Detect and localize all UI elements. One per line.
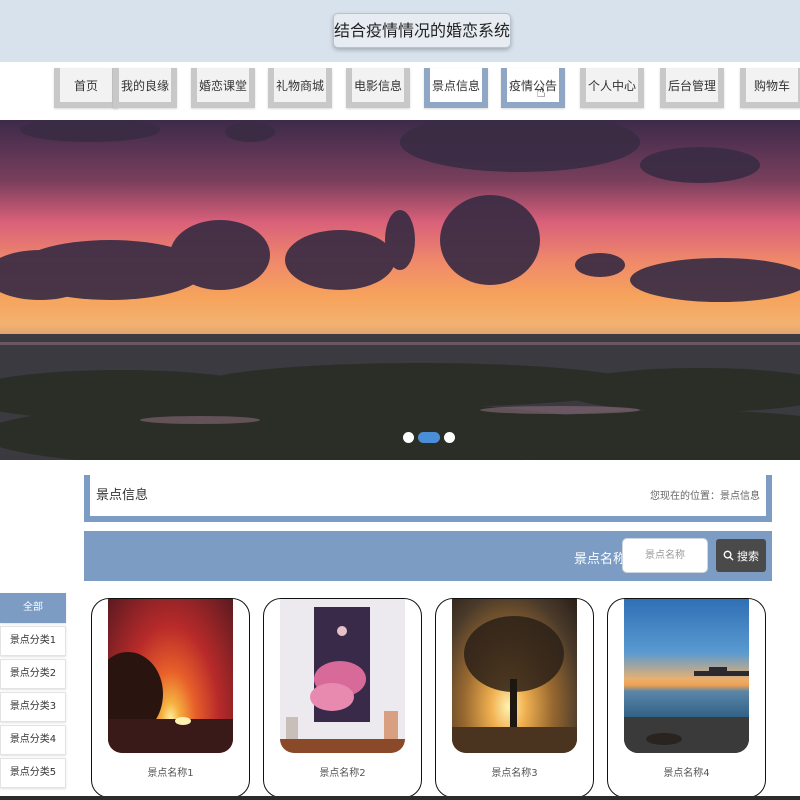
nav-item-cart[interactable]: 购物车 xyxy=(740,68,800,108)
nav-item-admin[interactable]: 后台管理 xyxy=(660,68,724,108)
scenic-name: 景点名称3 xyxy=(491,768,538,779)
site-title: 结合疫情情况的婚恋系统 xyxy=(333,13,511,48)
banner-image xyxy=(0,120,800,460)
search-icon xyxy=(723,550,734,561)
scenic-image[interactable] xyxy=(624,599,749,753)
breadcrumb: 您现在的位置：景点信息 xyxy=(650,491,760,502)
hand-cursor-icon: ☝ xyxy=(536,82,546,101)
scenic-card[interactable]: 景点名称2 xyxy=(263,598,422,798)
carousel-dot[interactable] xyxy=(403,432,414,443)
category-item[interactable]: 景点分类2 xyxy=(0,659,66,689)
scenic-image[interactable] xyxy=(280,599,405,753)
carousel-dot[interactable] xyxy=(444,432,455,443)
bottom-border xyxy=(0,796,800,800)
category-item[interactable]: 景点分类4 xyxy=(0,725,66,755)
category-item[interactable]: 景点分类3 xyxy=(0,692,66,722)
search-button-label: 搜索 xyxy=(737,549,759,563)
banner-carousel[interactable] xyxy=(0,120,800,460)
category-item-all[interactable]: 全部 xyxy=(0,593,66,623)
nav-item-home[interactable]: 首页 xyxy=(54,68,118,108)
scenic-image[interactable] xyxy=(108,599,233,753)
search-input[interactable] xyxy=(622,538,708,573)
main-nav: 首页 我的良缘 婚恋课堂 礼物商城 电影信息 景点信息 疫情公告 个人中心 后台… xyxy=(0,62,800,120)
nav-item-epidemic-notice[interactable]: 疫情公告 xyxy=(501,68,565,108)
scenic-name: 景点名称4 xyxy=(663,768,710,779)
search-button[interactable]: 搜索 xyxy=(716,539,766,572)
scenic-image[interactable] xyxy=(452,599,577,753)
search-bar: 景点名称 搜索 xyxy=(84,531,772,581)
carousel-dot-active[interactable] xyxy=(418,432,440,443)
nav-item-my-match[interactable]: 我的良缘 xyxy=(113,68,177,108)
category-item[interactable]: 景点分类1 xyxy=(0,626,66,656)
nav-item-gift-mall[interactable]: 礼物商城 xyxy=(268,68,332,108)
nav-item-scenic-info[interactable]: 景点信息 xyxy=(424,68,488,108)
category-item[interactable]: 景点分类5 xyxy=(0,758,66,788)
scenic-name: 景点名称1 xyxy=(147,768,194,779)
nav-item-dating-class[interactable]: 婚恋课堂 xyxy=(191,68,255,108)
scenic-card[interactable]: 景点名称4 xyxy=(607,598,766,798)
scenic-name: 景点名称2 xyxy=(319,768,366,779)
scenic-card[interactable]: 景点名称1 xyxy=(91,598,250,798)
section-header: 景点信息 您现在的位置：景点信息 xyxy=(84,475,772,522)
carousel-indicators xyxy=(403,432,455,444)
category-list: 全部 景点分类1 景点分类2 景点分类3 景点分类4 景点分类5 xyxy=(0,593,66,791)
nav-item-movie-info[interactable]: 电影信息 xyxy=(346,68,410,108)
site-header: 结合疫情情况的婚恋系统 xyxy=(0,0,800,62)
nav-item-personal-center[interactable]: 个人中心 xyxy=(580,68,644,108)
search-label: 景点名称 xyxy=(574,552,627,567)
scenic-card[interactable]: 景点名称3 xyxy=(435,598,594,798)
section-title: 景点信息 xyxy=(96,488,149,503)
